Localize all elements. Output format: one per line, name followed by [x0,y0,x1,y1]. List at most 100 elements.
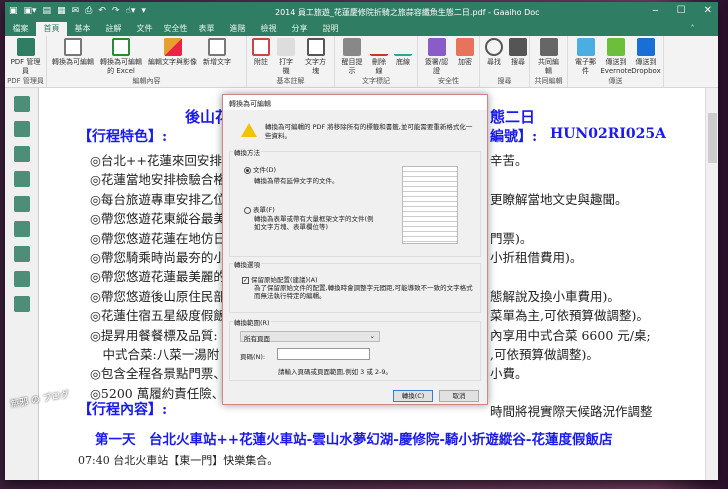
option-form[interactable]: 表單(F) [244,204,275,214]
qa-redo-icon[interactable]: ↷ [112,6,120,16]
range-group: 轉換範圍(R) 所有頁面 ⌄ 頁碼(N): 請輸入頁碼或頁面範圍,例如 3 或 2… [229,317,481,381]
qa-create-icon[interactable]: ▣▾ [24,6,37,16]
maximize-button[interactable]: ☐ [677,5,686,16]
group-label: PDF 管理員 [7,77,44,85]
tab-view[interactable]: 檢視 [253,22,284,36]
textbox-icon [306,38,325,56]
qa-open-icon[interactable]: ▤ [43,6,52,16]
range-select[interactable]: 所有頁面 ⌄ [240,331,380,343]
vertical-scrollbar[interactable] [705,88,718,480]
layers-icon[interactable] [14,246,30,262]
tab-home[interactable]: 首頁 [36,22,67,36]
document-preview-icon [402,166,458,244]
bookmark-icon[interactable] [14,146,30,162]
feature-line-right: 辛苦。 [490,153,528,168]
qa-undo-icon[interactable]: ↶ [98,6,106,16]
lock-icon [456,38,474,56]
ribbon: PDF 管理員 PDF 管理員 轉換為可編輯 轉換為可編輯的 Excel 編輯文字… [5,36,718,88]
title-bar: ▣ ▣▾ ▤ ▦ ✉ ⎙ ↶ ↷ ☝▾ ▾ 2014 員工旅遊_花蓮慶修院折騎之… [5,2,718,22]
feature-line-left: ◎帶您悠遊花蓮最美麗的 [90,269,226,285]
tab-security[interactable]: 安全性 [160,22,191,36]
radio-form[interactable] [244,206,251,214]
qa-hand-icon[interactable]: ☝▾ [125,6,135,16]
feature-line-left: ◎每台旅遊專車安排乙位 [90,191,226,207]
tab-advanced[interactable]: 進階 [222,22,253,36]
qa-customize-icon[interactable]: ▾ [141,6,146,16]
feature-line-left: 中式合菜:八菜一湯附 [90,347,220,362]
checkbox-checked-icon[interactable]: ✓ [242,276,249,284]
feature-line-left: ◎帶您騎乘時尚最夯的小 [90,250,226,265]
ribbon-tabs: 檔案 首頁 基本 註解 文件 安全性 表單 進階 檢視 分享 說明 ˄ [5,22,718,36]
binoculars-icon [509,38,527,56]
method-label: 轉換方法 [233,147,261,157]
feature-line-left: ◎提昇用餐餐標及品質: [90,327,218,343]
minimize-button[interactable]: ‒ [652,5,658,16]
radio-document[interactable] [244,166,251,174]
tab-basic[interactable]: 基本 [67,22,98,36]
tab-document[interactable]: 文件 [129,22,160,36]
doc-title-right: 態二日 [490,108,536,126]
convert-button[interactable]: 轉換(C) [393,390,433,402]
cancel-button[interactable]: 取消 [439,390,479,402]
itinerary-note: 時間將視實際天候路況作調整 [490,404,653,419]
warning-text: 轉換為可編輯的 PDF 將移除所有的標籤和書籤,並可能需要重新格式化一些資料。 [265,123,473,140]
feature-line-left: ◎花蓮住宿五星級度假飯 [90,308,226,324]
range-label: 轉換範圍(R) [233,317,271,327]
feature-line-left: ◎花蓮當地安排檢驗合格 [90,172,226,188]
scrollbar-thumb[interactable] [708,113,717,163]
hand-tool-icon[interactable] [14,96,30,112]
tab-file[interactable]: 檔案 [5,22,36,36]
feature-line-right: 菜單為主,可依預算做調整)。 [490,308,649,324]
thumbnails-icon[interactable] [14,171,30,187]
feature-line-right: 門票)。 [490,230,533,246]
collapse-ribbon-button[interactable]: ˄ [677,23,708,34]
left-panel [5,88,39,480]
qa-email-icon[interactable]: ✉ [72,6,80,16]
form-fields-icon[interactable] [14,271,30,287]
keep-layout-checkbox[interactable]: ✓ 保留原始配置(建議)(A) [242,274,318,284]
group-label: 基本註解 [276,77,305,85]
qa-new-icon[interactable]: ▣ [9,6,18,16]
comments-icon[interactable] [14,221,30,237]
group-label: 傳送 [608,77,623,85]
convert-editable-icon [64,38,82,56]
tab-share[interactable]: 分享 [284,22,315,36]
itinerary-heading: 【行程內容】: [78,402,168,418]
edit-text-image-icon [163,38,182,56]
feature-line-right: 態解說及換小車費用)。 [490,288,620,304]
group-label: 搜尋 [497,77,512,85]
tab-comment[interactable]: 註解 [98,22,129,36]
group-label: 編輯內容 [132,77,161,85]
close-button[interactable]: ✕ [704,5,712,16]
signatures-icon[interactable] [14,296,30,312]
options-label: 轉換選項 [233,259,261,269]
feature-line-right: 內享用中式合菜 6600 元/桌; [490,327,651,343]
pages-label: 頁碼(N): [240,353,266,361]
convert-editable-dialog: 轉換為可編輯 轉換為可編輯的 PDF 將移除所有的標籤和書籤,並可能需要重新格式… [222,94,488,405]
attachment-icon[interactable] [14,196,30,212]
feature-line-right: ,可依預算做調整)。 [490,347,599,362]
feature-heading: 【行程特色】: [78,129,168,145]
note-icon [252,38,270,56]
group-label: 安全性 [438,77,459,85]
feature-line-left: ◎台北++花蓮來回安排搭 [90,153,235,168]
qa-save-icon[interactable]: ▦ [57,6,66,16]
option-document[interactable]: 文件(D) [244,164,276,174]
tab-help[interactable]: 說明 [315,22,346,36]
qa-print-icon[interactable]: ⎙ [85,6,92,16]
feature-line-right: 小費。 [490,366,528,382]
feature-line-left: ◎帶您悠遊花東縱谷最美 [90,211,226,227]
group-label: 文字標記 [362,77,390,85]
evernote-icon [607,38,625,56]
underline-icon [394,38,412,56]
sign-icon [427,38,446,56]
pages-input[interactable] [277,348,370,360]
method-group: 轉換方法 文件(D) 轉換為帶有延伸文字的文件。 表單(F) 轉換為表單或帶有大… [229,147,481,257]
strikeout-icon [370,38,388,56]
tab-forms[interactable]: 表單 [191,22,222,36]
dropbox-icon [637,38,655,56]
pages-hint: 請輸入頁碼或頁面範圍,例如 3 或 2-9。 [278,368,393,376]
add-text-icon [208,38,226,56]
select-tool-icon[interactable] [14,121,30,137]
pdf-manager-icon [16,38,35,56]
